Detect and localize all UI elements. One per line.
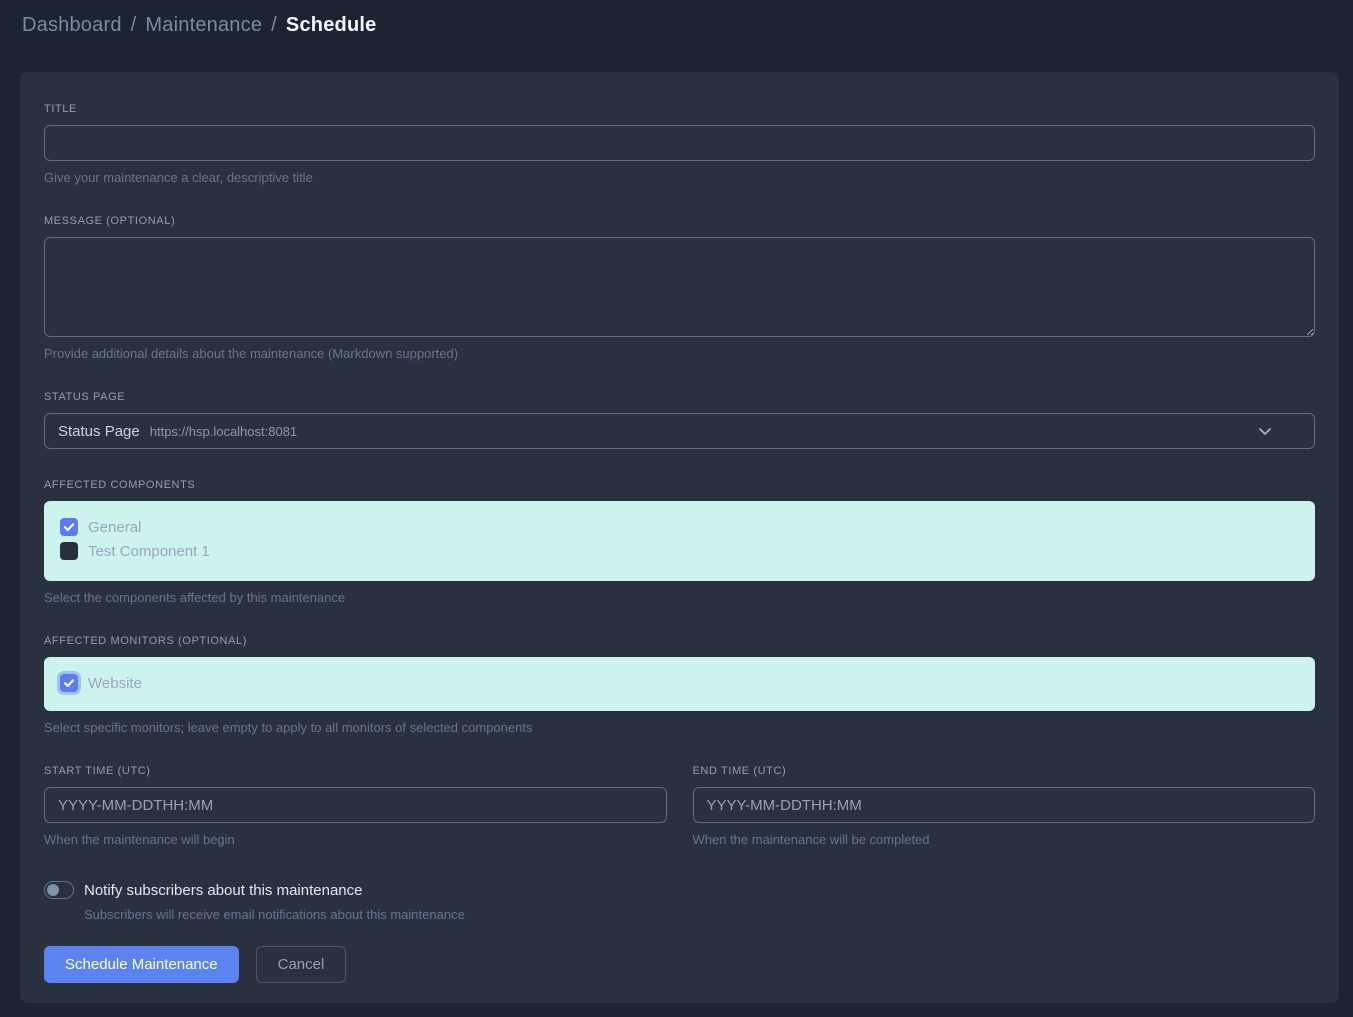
chevron-down-icon <box>1257 423 1273 439</box>
message-field-group: MESSAGE (OPTIONAL) Provide additional de… <box>44 214 1315 361</box>
checkbox-unchecked-icon[interactable] <box>60 542 78 560</box>
end-time-label: END TIME (UTC) <box>693 764 1316 778</box>
checkbox-label: General <box>88 519 141 536</box>
affected-monitors-helper: Select specific monitors; leave empty to… <box>44 720 1315 735</box>
status-page-selected-url: https://hsp.localhost:8081 <box>150 424 297 439</box>
status-page-selected-name: Status Page <box>58 423 140 440</box>
affected-monitors-label: AFFECTED MONITORS (OPTIONAL) <box>44 634 1315 648</box>
title-input[interactable] <box>44 125 1315 161</box>
affected-components-helper: Select the components affected by this m… <box>44 590 1315 605</box>
cancel-button[interactable]: Cancel <box>256 946 347 983</box>
end-time-input[interactable] <box>693 787 1316 823</box>
affected-monitors-group: AFFECTED MONITORS (OPTIONAL) Website Sel… <box>44 634 1315 735</box>
checkbox-checked-icon[interactable] <box>60 674 78 692</box>
title-field-group: TITLE Give your maintenance a clear, des… <box>44 102 1315 185</box>
breadcrumb-separator: / <box>271 14 277 37</box>
status-page-field-group: STATUS PAGE Status Page https://hsp.loca… <box>44 390 1315 449</box>
start-time-helper: When the maintenance will begin <box>44 832 667 847</box>
toggle-knob <box>47 884 59 896</box>
breadcrumb-separator: / <box>131 14 137 37</box>
affected-components-group: AFFECTED COMPONENTS General Test Compone… <box>44 478 1315 605</box>
start-time-input[interactable] <box>44 787 667 823</box>
monitor-option-website[interactable]: Website <box>60 671 1299 695</box>
checkbox-label: Test Component 1 <box>88 543 210 560</box>
message-textarea[interactable] <box>44 237 1315 337</box>
notify-subscribers-toggle[interactable] <box>44 881 74 899</box>
message-label: MESSAGE (OPTIONAL) <box>44 214 1315 228</box>
notify-subscribers-label: Notify subscribers about this maintenanc… <box>84 882 362 899</box>
status-page-label: STATUS PAGE <box>44 390 1315 404</box>
end-time-field-group: END TIME (UTC) When the maintenance will… <box>693 764 1316 847</box>
form-actions: Schedule Maintenance Cancel <box>44 946 1315 983</box>
end-time-helper: When the maintenance will be completed <box>693 832 1316 847</box>
notify-subscribers-section: Notify subscribers about this maintenanc… <box>44 881 1315 922</box>
checkbox-label: Website <box>88 675 142 692</box>
notify-subscribers-helper: Subscribers will receive email notificat… <box>84 907 1315 922</box>
time-fields-row: START TIME (UTC) When the maintenance wi… <box>44 764 1315 847</box>
title-label: TITLE <box>44 102 1315 116</box>
status-page-select[interactable]: Status Page https://hsp.localhost:8081 <box>44 413 1315 449</box>
breadcrumb-maintenance[interactable]: Maintenance <box>145 14 262 37</box>
breadcrumb-dashboard[interactable]: Dashboard <box>22 14 122 37</box>
title-helper: Give your maintenance a clear, descripti… <box>44 170 1315 185</box>
component-option-test-component-1[interactable]: Test Component 1 <box>60 539 1299 563</box>
start-time-label: START TIME (UTC) <box>44 764 667 778</box>
checkbox-checked-icon[interactable] <box>60 518 78 536</box>
affected-components-box: General Test Component 1 <box>44 501 1315 581</box>
schedule-maintenance-form-card: TITLE Give your maintenance a clear, des… <box>20 72 1339 1003</box>
affected-monitors-box: Website <box>44 657 1315 711</box>
breadcrumb: Dashboard / Maintenance / Schedule <box>0 0 1353 50</box>
component-option-general[interactable]: General <box>60 515 1299 539</box>
affected-components-label: AFFECTED COMPONENTS <box>44 478 1315 492</box>
start-time-field-group: START TIME (UTC) When the maintenance wi… <box>44 764 667 847</box>
breadcrumb-current-schedule: Schedule <box>286 14 377 37</box>
message-helper: Provide additional details about the mai… <box>44 346 1315 361</box>
schedule-maintenance-button[interactable]: Schedule Maintenance <box>44 946 239 983</box>
